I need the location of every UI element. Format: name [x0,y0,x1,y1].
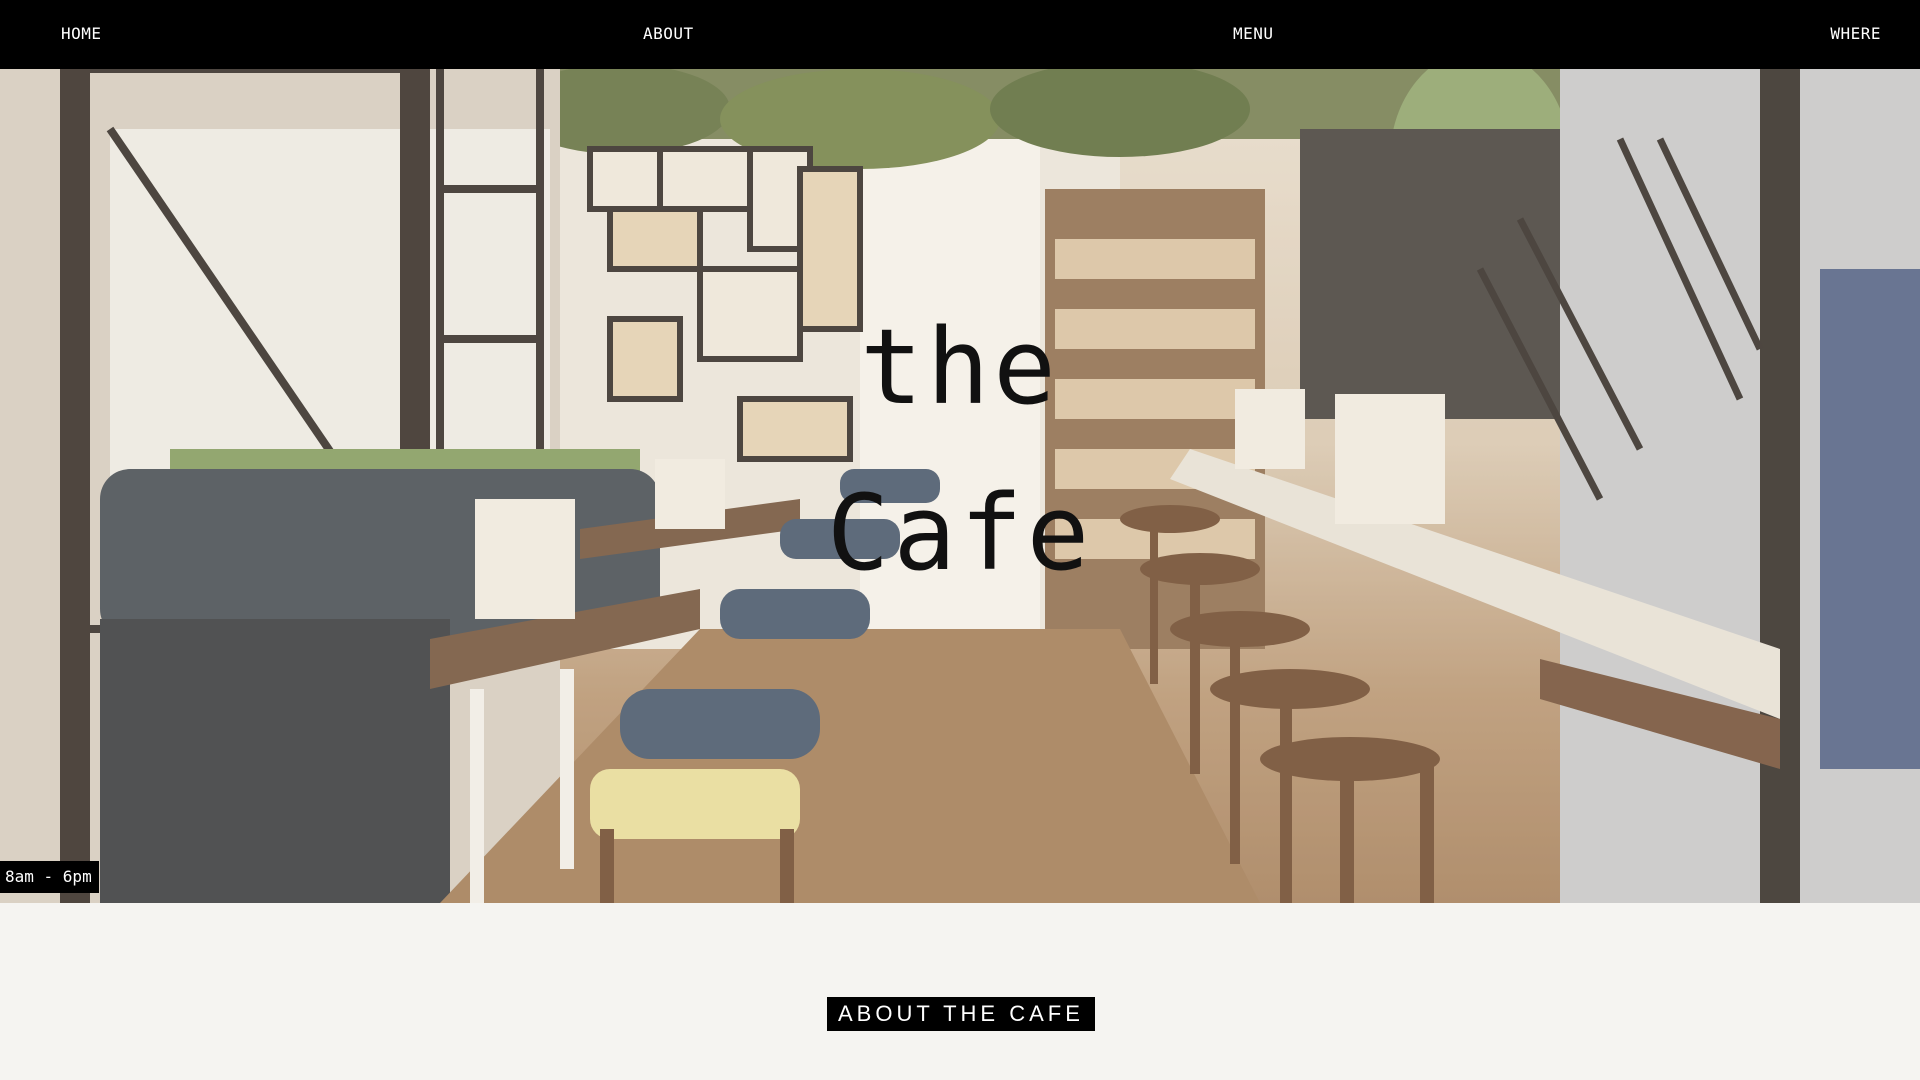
hero-title-the: the [860,306,1060,428]
about-section: ABOUT THE CAFE [0,903,1920,1080]
nav-where-link[interactable]: WHERE [1830,24,1881,44]
hero-title-cafe: Cafe [826,472,1094,594]
hero-section: the Cafe 8am - 6pm [0,69,1920,903]
nav-about-link[interactable]: ABOUT [643,24,694,44]
nav-menu-link[interactable]: MENU [1233,24,1274,44]
opening-hours-badge: 8am - 6pm [0,861,99,893]
nav-home-link[interactable]: HOME [61,24,102,44]
about-heading: ABOUT THE CAFE [827,997,1095,1031]
top-navigation: HOME ABOUT MENU WHERE [0,0,1920,69]
